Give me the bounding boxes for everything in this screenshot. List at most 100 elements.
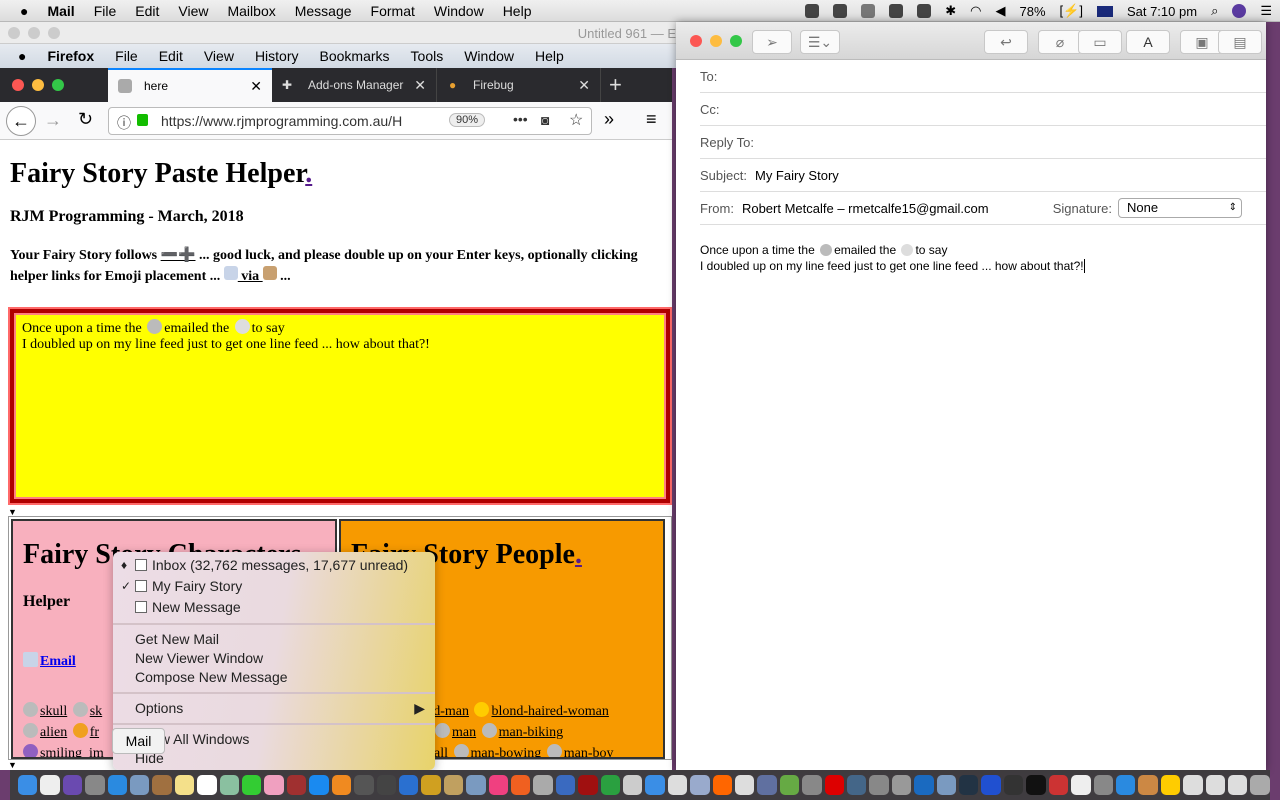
message-body[interactable]: Once upon a time the emailed the to say …: [700, 242, 1085, 274]
airplay-icon[interactable]: [889, 4, 904, 18]
dock-app-icon[interactable]: [1026, 775, 1046, 795]
menu-item-compose-new-message[interactable]: Compose New Message: [135, 667, 288, 687]
dock-app-icon[interactable]: [802, 775, 822, 795]
dock-app-icon[interactable]: [981, 775, 1001, 795]
blond-haired-woman-link[interactable]: blond-haired-woman: [491, 704, 608, 719]
dock-app-icon[interactable]: [914, 775, 934, 795]
menu-message[interactable]: Message: [295, 3, 352, 19]
minimize-window-button[interactable]: [710, 35, 722, 47]
dock-app-icon[interactable]: [62, 775, 83, 795]
dock-app-icon[interactable]: [85, 775, 105, 795]
apple-menu-icon[interactable]: ●: [18, 48, 26, 64]
menu-help[interactable]: Help: [503, 3, 532, 19]
close-tab-icon[interactable]: ✕: [250, 78, 262, 95]
stationery-button[interactable]: ▤: [1218, 30, 1262, 54]
signature-select[interactable]: None ⇕: [1118, 198, 1242, 218]
smiling-imp-link[interactable]: smiling_im: [40, 746, 104, 757]
dock-app-icon[interactable]: [891, 775, 912, 795]
ff-menu-edit[interactable]: Edit: [159, 48, 183, 64]
dock-app-icon[interactable]: [555, 775, 576, 795]
menu-item-new-message[interactable]: New Message: [135, 597, 241, 617]
siri-icon[interactable]: [1232, 4, 1247, 18]
dock-app-icon[interactable]: [869, 775, 889, 795]
dock-app-icon[interactable]: [376, 775, 396, 795]
skull-crossbones-link[interactable]: sk: [90, 704, 102, 719]
menu-item-inbox[interactable]: ♦ Inbox (32,762 messages, 17,677 unread): [121, 555, 408, 575]
dock-app-icon[interactable]: [1115, 775, 1136, 795]
close-window-button[interactable]: [12, 79, 24, 91]
menu-edit[interactable]: Edit: [135, 3, 159, 19]
tab-addons-manager[interactable]: ✚ Add-ons Manager ✕: [272, 68, 436, 102]
dock-app-icon[interactable]: [645, 775, 665, 795]
dock-app-icon[interactable]: [174, 775, 195, 795]
dock-app-icon[interactable]: [1227, 775, 1248, 795]
reload-button[interactable]: ↻: [78, 109, 93, 130]
apple-menu-icon[interactable]: ●: [20, 3, 28, 19]
volume-icon[interactable]: ◀: [996, 3, 1006, 19]
dock-app-icon[interactable]: [443, 775, 464, 795]
reply-to-field[interactable]: Reply To:: [700, 126, 1266, 159]
man-link[interactable]: man: [452, 725, 476, 740]
notification-center-icon[interactable]: ☰: [1260, 3, 1272, 19]
dock-app-icon[interactable]: [1048, 775, 1069, 795]
menu-item-options[interactable]: Options ▶: [135, 698, 425, 718]
back-button[interactable]: ←: [6, 106, 36, 136]
menu-item-new-viewer-window[interactable]: New Viewer Window: [135, 648, 263, 668]
hamburger-menu-icon[interactable]: ≡: [646, 109, 657, 130]
zoom-window-button[interactable]: [52, 79, 64, 91]
menu-item-my-fairy-story[interactable]: ✓ My Fairy Story: [121, 576, 242, 596]
menu-item-get-new-mail[interactable]: Get New Mail: [135, 629, 219, 649]
menu-app[interactable]: Mail: [47, 3, 74, 19]
title-link[interactable]: .: [305, 158, 312, 189]
minimize-window-button[interactable]: [32, 79, 44, 91]
from-select[interactable]: Robert Metcalfe – rmetcalfe15@gmail.com: [742, 201, 989, 216]
pocket-icon[interactable]: ◙: [541, 112, 549, 128]
ff-menu-tools[interactable]: Tools: [411, 48, 444, 64]
dock-app-icon[interactable]: [488, 775, 508, 795]
man-boy-link[interactable]: man-boy: [564, 746, 614, 757]
include-attachment-button[interactable]: ▭: [1078, 30, 1122, 54]
dock-app-icon[interactable]: [40, 775, 60, 795]
dock-app-icon[interactable]: [197, 775, 217, 795]
dock-app-icon[interactable]: [1138, 775, 1158, 795]
format-button[interactable]: A: [1126, 30, 1170, 54]
dock-app-icon[interactable]: [600, 775, 620, 795]
url-text[interactable]: https://www.rjmprogramming.com.au/H: [161, 113, 402, 129]
forward-button[interactable]: →: [44, 110, 62, 131]
dock-app-icon[interactable]: [1183, 775, 1203, 795]
dock-app-icon[interactable]: [421, 775, 441, 795]
battery-percent[interactable]: 78%: [1020, 4, 1046, 19]
flag-icon[interactable]: [1096, 5, 1113, 17]
menu-firefox[interactable]: Firefox: [47, 48, 94, 64]
dock-app-icon[interactable]: [757, 775, 777, 795]
dock-app-icon[interactable]: [309, 775, 329, 795]
dock-app-icon[interactable]: [959, 775, 979, 795]
network-icon[interactable]: [861, 4, 876, 18]
dock-app-icon[interactable]: [331, 775, 352, 795]
dock-app-icon[interactable]: [107, 775, 128, 795]
menu-file[interactable]: File: [94, 3, 117, 19]
alien-link[interactable]: alien: [40, 725, 67, 740]
bookmark-star-icon[interactable]: ☆: [569, 110, 583, 130]
dock-app-icon[interactable]: [130, 775, 150, 795]
ff-menu-window[interactable]: Window: [464, 48, 514, 64]
dock-app-icon[interactable]: [533, 775, 553, 795]
dock-app-icon[interactable]: [1093, 775, 1113, 795]
character-link[interactable]: fr: [90, 725, 99, 740]
page-actions-icon[interactable]: •••: [513, 111, 528, 127]
ff-menu-view[interactable]: View: [204, 48, 234, 64]
dock-app-icon[interactable]: [824, 775, 845, 795]
dock-app-icon[interactable]: [735, 775, 755, 795]
address-bar[interactable]: ⓘ https://www.rjmprogramming.com.au/H 90…: [108, 107, 592, 135]
close-tab-icon[interactable]: ✕: [578, 77, 590, 94]
dock-app-icon[interactable]: [847, 775, 867, 795]
dock-app-icon[interactable]: [152, 775, 172, 795]
overflow-chevron-icon[interactable]: »: [604, 109, 614, 130]
menu-mailbox[interactable]: Mailbox: [227, 3, 275, 19]
dock-app-icon[interactable]: [286, 775, 307, 795]
resize-triangle-icon[interactable]: ▼: [8, 760, 17, 770]
bluetooth-icon[interactable]: ✱: [945, 3, 956, 19]
dock-app-icon[interactable]: [466, 775, 486, 795]
tab-here[interactable]: here ✕: [108, 68, 272, 102]
dock-app-icon[interactable]: [936, 775, 957, 795]
